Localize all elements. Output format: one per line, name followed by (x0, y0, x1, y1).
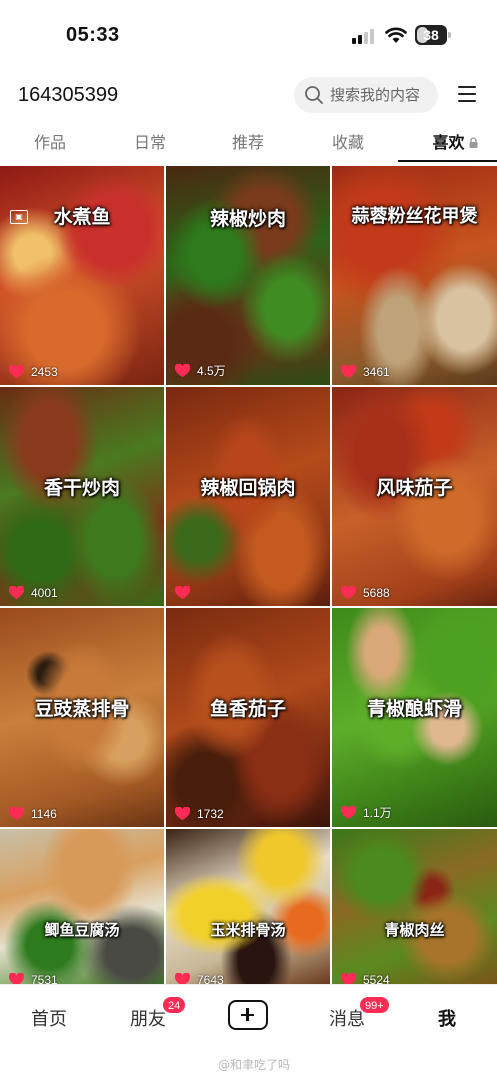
video-card-qingjiao-niang-xiahua[interactable]: 青椒酿虾滑 1.1万 (332, 608, 497, 827)
status-time: 05:33 (66, 24, 120, 46)
video-title: 鲫鱼豆腐汤 (44, 921, 120, 939)
video-card-huiguorou[interactable]: 辣椒回锅肉 (166, 387, 330, 606)
battery-icon: 38 (415, 25, 451, 45)
video-card-yuxiang-qiezi[interactable]: 鱼香茄子 1732 (166, 608, 330, 827)
like-count-text: 4.5万 (197, 364, 226, 378)
like-count: 4001 (9, 586, 58, 600)
like-count (175, 586, 197, 600)
video-thumbnail (166, 829, 330, 984)
video-card-fengwei-qiezi[interactable]: 风味茄子 5688 (332, 387, 497, 606)
like-count: 7643 (175, 973, 224, 984)
tab-daily[interactable]: 日常 (118, 126, 182, 160)
like-count-text: 4001 (31, 586, 58, 600)
nav-friends[interactable]: 朋友 (130, 1005, 166, 1031)
like-count-text: 1732 (197, 807, 224, 821)
video-card-lajiao-chaorou[interactable]: 辣椒炒肉 4.5万 (166, 166, 330, 385)
watermark: @和聿吃了吗 (218, 1058, 291, 1072)
like-count: 3461 (341, 365, 390, 379)
heart-icon (175, 363, 190, 377)
heart-icon (175, 586, 190, 600)
menu-icon[interactable] (458, 86, 476, 103)
like-count: 2453 (9, 365, 58, 379)
video-title: 辣椒炒肉 (209, 208, 286, 230)
video-title: 蒜蓉粉丝花甲煲 (351, 206, 478, 227)
like-count: 5688 (341, 586, 390, 600)
like-count: 1732 (175, 807, 224, 821)
search-input[interactable] (330, 86, 430, 104)
like-count-text: 2453 (31, 365, 58, 379)
video-card-douchi-paigu[interactable]: 豆豉蒸排骨 1146 (0, 608, 164, 827)
search-box[interactable] (294, 77, 438, 113)
heart-icon (341, 973, 356, 984)
tab-recommend[interactable]: 推荐 (216, 126, 280, 160)
like-count-text: 3461 (363, 365, 390, 379)
like-count-text: 1.1万 (363, 806, 392, 820)
video-title: 辣椒回锅肉 (200, 477, 296, 499)
heart-icon (175, 973, 190, 984)
video-title: 青椒酿虾滑 (366, 698, 462, 720)
video-thumbnail (332, 166, 497, 385)
heart-icon (341, 365, 356, 379)
like-count-text: 7643 (197, 973, 224, 984)
video-card-huajia-bao[interactable]: 蒜蓉粉丝花甲煲 3461 (332, 166, 497, 385)
video-title: 鱼香茄子 (209, 698, 286, 720)
video-title: 香干炒肉 (43, 477, 120, 499)
video-title: 水煮鱼 (53, 206, 111, 228)
video-thumbnail (332, 829, 497, 984)
like-count: 1.1万 (341, 804, 392, 821)
heart-icon (341, 805, 356, 819)
battery-level: 38 (423, 27, 439, 43)
video-thumbnail (166, 166, 330, 385)
like-count: 1146 (9, 807, 57, 821)
like-count-text: 5524 (363, 973, 390, 984)
nav-me[interactable]: 我 (438, 1005, 456, 1031)
like-count-text: 1146 (31, 807, 57, 821)
video-thumbnail (0, 829, 164, 984)
lock-icon (469, 137, 477, 148)
active-tab-indicator (398, 160, 497, 162)
video-card-shuizhuyu[interactable]: ▣ 水煮鱼 2453 (0, 166, 164, 385)
heart-icon (341, 586, 356, 600)
heart-icon (9, 586, 24, 600)
like-count-text: 5688 (363, 586, 390, 600)
heart-icon (9, 365, 24, 379)
status-bar: 05:33 38 (0, 0, 497, 72)
video-card-jiyu-doufu-tang[interactable]: 鲫鱼豆腐汤 7531 (0, 829, 164, 984)
video-title: 豆豉蒸排骨 (34, 698, 130, 720)
friends-badge: 24 (162, 996, 187, 1014)
user-id: 164305399 (18, 84, 119, 106)
tab-likes[interactable]: 喜欢 (418, 126, 492, 160)
video-title: 风味茄子 (376, 477, 453, 499)
wifi-icon (385, 27, 407, 43)
video-card-qingjiao-rousi[interactable]: 青椒肉丝 5524 (332, 829, 497, 984)
heart-icon (9, 973, 24, 984)
tab-likes-label: 喜欢 (432, 133, 465, 152)
like-count: 7531 (9, 973, 58, 984)
signal-icon (352, 28, 378, 44)
like-count: 4.5万 (175, 362, 226, 379)
tab-favorites[interactable]: 收藏 (316, 126, 380, 160)
like-count-text: 7531 (31, 973, 58, 984)
messages-badge: 99+ (359, 996, 390, 1014)
video-title: 玉米排骨汤 (210, 921, 286, 939)
tab-works[interactable]: 作品 (18, 126, 82, 160)
heart-icon (9, 807, 24, 821)
nav-home[interactable]: 首页 (31, 1005, 67, 1031)
heart-icon (175, 807, 190, 821)
profile-tabs: 作品 日常 推荐 收藏 喜欢 (0, 126, 497, 164)
add-button[interactable] (228, 1000, 268, 1030)
video-card-xianggan-chaorou[interactable]: 香干炒肉 4001 (0, 387, 164, 606)
video-title: 青椒肉丝 (384, 921, 445, 939)
video-thumbnail (0, 166, 164, 385)
search-icon (305, 86, 323, 104)
video-card-yumi-paigu-tang[interactable]: 玉米排骨汤 7643 (166, 829, 330, 984)
like-count: 5524 (341, 973, 390, 984)
